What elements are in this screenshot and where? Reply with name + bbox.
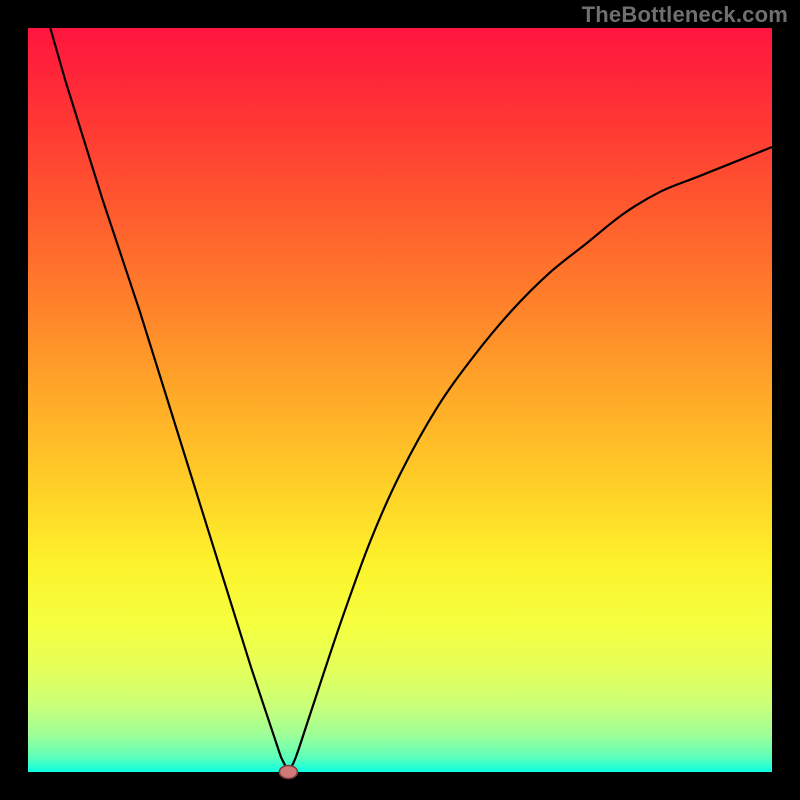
optimal-point-marker [279, 766, 297, 779]
watermark-text: TheBottleneck.com [582, 2, 788, 28]
chart-frame: TheBottleneck.com [0, 0, 800, 800]
plot-background [28, 28, 772, 772]
bottleneck-chart [0, 0, 800, 800]
